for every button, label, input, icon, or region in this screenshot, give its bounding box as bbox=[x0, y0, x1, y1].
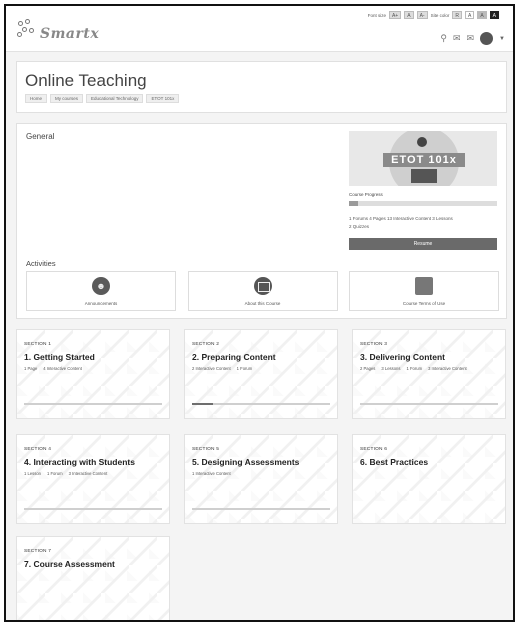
section-progress-bar bbox=[360, 403, 498, 405]
font-reset-button[interactable]: A bbox=[404, 11, 414, 19]
section-stat: 1 Forum bbox=[406, 366, 423, 371]
section-progress-bar bbox=[192, 403, 330, 405]
document-icon bbox=[415, 277, 433, 295]
font-decrease-button[interactable]: A- bbox=[416, 11, 428, 19]
progress-label: Course Progress bbox=[349, 192, 383, 197]
course-overview-card: ETOT 101x Course Progress 1 Forums 4 Pag… bbox=[349, 131, 497, 256]
color-dark-button[interactable]: A bbox=[489, 11, 499, 19]
activities-list: ☻ Announcements About this Course Course… bbox=[26, 271, 499, 311]
logo-text: Smartx bbox=[40, 26, 100, 42]
breadcrumb: Home My courses Educational Technology E… bbox=[25, 94, 180, 103]
site-logo[interactable]: Smartx bbox=[16, 18, 99, 42]
section-stats: 2 Pages 3 Lessons 1 Forum 3 Interactive Con… bbox=[360, 366, 499, 372]
logo-mark-icon bbox=[16, 19, 38, 41]
section-card[interactable]: SECTION 6 6. Best Practices bbox=[352, 434, 506, 524]
breadcrumb-course[interactable]: ETOT 101x bbox=[146, 94, 180, 103]
section-number: SECTION 7 bbox=[24, 549, 52, 554]
activity-label: About this Course bbox=[244, 301, 281, 306]
teacher-illustration-icon bbox=[417, 137, 427, 147]
section-number: SECTION 6 bbox=[360, 447, 388, 452]
user-tools: ⚲ ✉ ✉ ▼ bbox=[440, 32, 505, 45]
section-stat: 3 Lessons bbox=[381, 366, 401, 371]
section-stats: 2 Interactive Content 1 Forum bbox=[192, 366, 331, 372]
section-stat: 1 Forum bbox=[236, 366, 253, 371]
activity-label: Course Terms of Use bbox=[402, 301, 446, 306]
section-card[interactable]: SECTION 1 1. Getting Started 1 Page 4 Inter… bbox=[16, 329, 170, 419]
section-title[interactable]: 4. Interacting with Students bbox=[24, 457, 135, 467]
section-number: SECTION 1 bbox=[24, 342, 52, 347]
course-meta-line2: 2 Quizzes bbox=[349, 224, 370, 229]
section-card[interactable]: SECTION 2 2. Preparing Content 2 Interacti… bbox=[184, 329, 338, 419]
course-progress-fill bbox=[349, 201, 358, 206]
section-card[interactable]: SECTION 7 7. Course Assessment bbox=[16, 536, 170, 620]
app-window: Smartx Font size A+ A A- Site color R A … bbox=[4, 4, 515, 622]
window-icon bbox=[253, 277, 272, 295]
page-header: Online Teaching Home My courses Educatio… bbox=[16, 61, 507, 113]
course-meta-line1: 1 Forums 4 Pages 13 Interactive Content … bbox=[349, 216, 453, 221]
font-increase-button[interactable]: A+ bbox=[388, 11, 402, 19]
site-color-label: Site color bbox=[430, 12, 450, 18]
notifications-icon[interactable]: ✉ bbox=[453, 33, 461, 44]
section-title[interactable]: 5. Designing Assessments bbox=[192, 457, 299, 467]
section-title[interactable]: 7. Course Assessment bbox=[24, 559, 115, 569]
section-progress-fill bbox=[192, 403, 213, 405]
activity-label: Announcements bbox=[84, 301, 118, 306]
section-stat: 4 Interactive Content bbox=[43, 366, 82, 371]
section-stats: 1 Lesson 1 Forum 3 Interactive Content bbox=[24, 471, 163, 477]
color-reset-button[interactable]: R bbox=[452, 11, 462, 19]
section-card[interactable]: SECTION 4 4. Interacting with Students 1 L… bbox=[16, 434, 170, 524]
breadcrumb-category[interactable]: Educational Technology bbox=[86, 94, 144, 103]
page-title: Online Teaching bbox=[25, 71, 147, 90]
resume-button[interactable]: Resume bbox=[349, 238, 497, 250]
course-image: ETOT 101x bbox=[349, 131, 497, 186]
section-card[interactable]: SECTION 3 3. Delivering Content 2 Pages 3 L… bbox=[352, 329, 506, 419]
section-progress-bar bbox=[192, 508, 330, 510]
activities-title: Activities bbox=[26, 259, 56, 268]
search-icon[interactable]: ⚲ bbox=[440, 33, 447, 44]
section-stat: 1 Page bbox=[24, 366, 38, 371]
top-navbar: Smartx Font size A+ A A- Site color R A … bbox=[6, 6, 513, 52]
section-stat: 2 Pages bbox=[360, 366, 376, 371]
section-stat: 3 Interactive Content bbox=[68, 471, 108, 476]
section-progress-bar bbox=[24, 403, 162, 405]
people-icon: ☻ bbox=[92, 277, 110, 295]
course-meta: 1 Forums 4 Pages 13 Interactive Content … bbox=[349, 215, 497, 231]
course-banner: ETOT 101x bbox=[383, 153, 465, 167]
section-title[interactable]: 2. Preparing Content bbox=[192, 352, 276, 362]
section-stat: 2 Interactive Content bbox=[192, 366, 231, 371]
section-title[interactable]: 1. Getting Started bbox=[24, 352, 95, 362]
breadcrumb-home[interactable]: Home bbox=[25, 94, 48, 103]
accessibility-toolbar: Font size A+ A A- Site color R A A A bbox=[368, 11, 499, 19]
general-title: General bbox=[26, 132, 55, 141]
section-title[interactable]: 6. Best Practices bbox=[360, 457, 428, 467]
section-number: SECTION 5 bbox=[192, 447, 220, 452]
section-number: SECTION 4 bbox=[24, 447, 52, 452]
section-progress-bar bbox=[24, 508, 162, 510]
section-stats: 1 Interactive Content bbox=[192, 471, 331, 477]
course-progress-bar bbox=[349, 201, 497, 206]
section-card[interactable]: SECTION 5 5. Designing Assessments 1 Inter… bbox=[184, 434, 338, 524]
section-stat: 1 Forum bbox=[47, 471, 63, 476]
activity-announcements[interactable]: ☻ Announcements bbox=[26, 271, 176, 311]
avatar[interactable] bbox=[480, 32, 494, 45]
section-stat: 1 Interactive Content bbox=[192, 471, 231, 476]
section-title[interactable]: 3. Delivering Content bbox=[360, 352, 445, 362]
section-number: SECTION 3 bbox=[360, 342, 388, 347]
activity-terms-of-use[interactable]: Course Terms of Use bbox=[349, 271, 499, 311]
section-stat: 1 Lesson bbox=[24, 471, 41, 476]
section-stat: 3 Interactive Content bbox=[428, 366, 467, 371]
section-number: SECTION 2 bbox=[192, 342, 220, 347]
breadcrumb-my-courses[interactable]: My courses bbox=[50, 94, 84, 103]
color-grey-button[interactable]: A bbox=[477, 11, 487, 19]
messages-icon[interactable]: ✉ bbox=[467, 33, 475, 44]
section-stats: 1 Page 4 Interactive Content bbox=[24, 366, 163, 372]
font-size-label: Font size bbox=[367, 12, 386, 18]
chevron-down-icon[interactable]: ▼ bbox=[499, 36, 505, 42]
activity-about-course[interactable]: About this Course bbox=[187, 271, 338, 311]
color-white-button[interactable]: A bbox=[464, 11, 475, 19]
general-section: General ETOT 101x Course Progress 1 Foru… bbox=[16, 123, 507, 319]
